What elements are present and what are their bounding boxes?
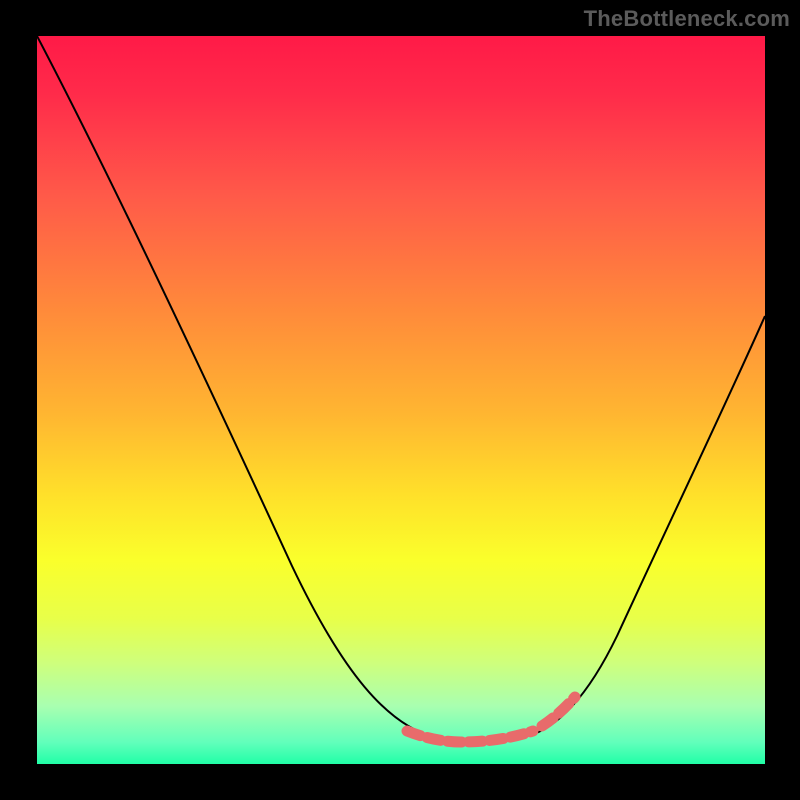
plot-area bbox=[37, 36, 765, 764]
watermark-label: TheBottleneck.com bbox=[584, 6, 790, 32]
chart-svg bbox=[37, 36, 765, 764]
chart-container: TheBottleneck.com bbox=[0, 0, 800, 800]
optimal-range-marker bbox=[407, 697, 575, 742]
bottleneck-curve bbox=[37, 36, 765, 742]
